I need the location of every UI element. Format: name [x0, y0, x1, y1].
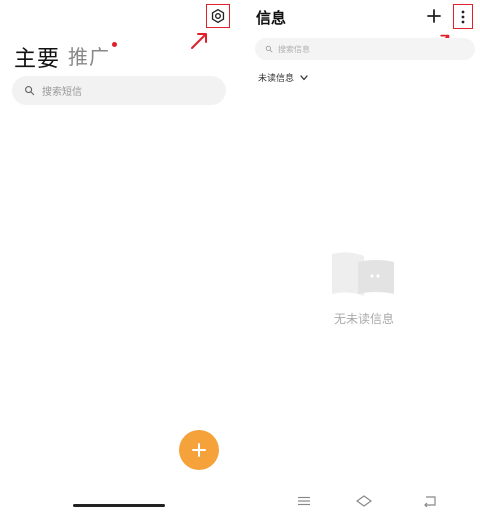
right-screen: 信息 搜索信息 未读信息 无未读信息	[248, 0, 480, 512]
tab-promotions[interactable]: 推广	[68, 41, 110, 70]
plus-icon	[192, 443, 206, 457]
search-icon	[265, 45, 273, 53]
settings-button[interactable]	[206, 4, 230, 28]
filter-dropdown[interactable]: 未读信息	[258, 71, 308, 84]
empty-messages-illustration	[332, 252, 394, 296]
search-placeholder: 搜索短信	[42, 87, 82, 98]
plus-icon	[427, 9, 441, 23]
navigation-bar	[248, 490, 480, 512]
annotation-arrow	[191, 33, 207, 49]
menu-nav-button[interactable]	[296, 494, 312, 508]
home-nav-button[interactable]	[356, 494, 372, 508]
empty-state-text: 无未读信息	[333, 312, 394, 326]
menu-icon	[298, 496, 310, 506]
search-bar[interactable]: 搜索信息	[255, 38, 475, 60]
page-title: 信息	[256, 9, 287, 27]
more-options-button[interactable]	[453, 4, 473, 29]
gesture-bar[interactable]	[73, 504, 165, 507]
back-nav-button[interactable]	[422, 494, 438, 508]
search-icon	[25, 86, 35, 96]
new-message-button[interactable]	[179, 430, 219, 470]
notification-dot	[112, 42, 117, 47]
home-icon	[356, 495, 372, 507]
add-button[interactable]	[424, 6, 444, 26]
tab-main[interactable]: 主要	[14, 41, 60, 73]
search-placeholder: 搜索信息	[278, 44, 310, 54]
back-icon	[424, 496, 436, 507]
search-bar[interactable]: 搜索短信	[12, 76, 226, 105]
gear-icon	[211, 8, 225, 24]
chevron-down-icon	[300, 74, 308, 80]
left-screen: 主要 推广 搜索短信	[0, 0, 238, 512]
filter-label: 未读信息	[258, 74, 295, 84]
more-vertical-icon	[461, 10, 465, 23]
